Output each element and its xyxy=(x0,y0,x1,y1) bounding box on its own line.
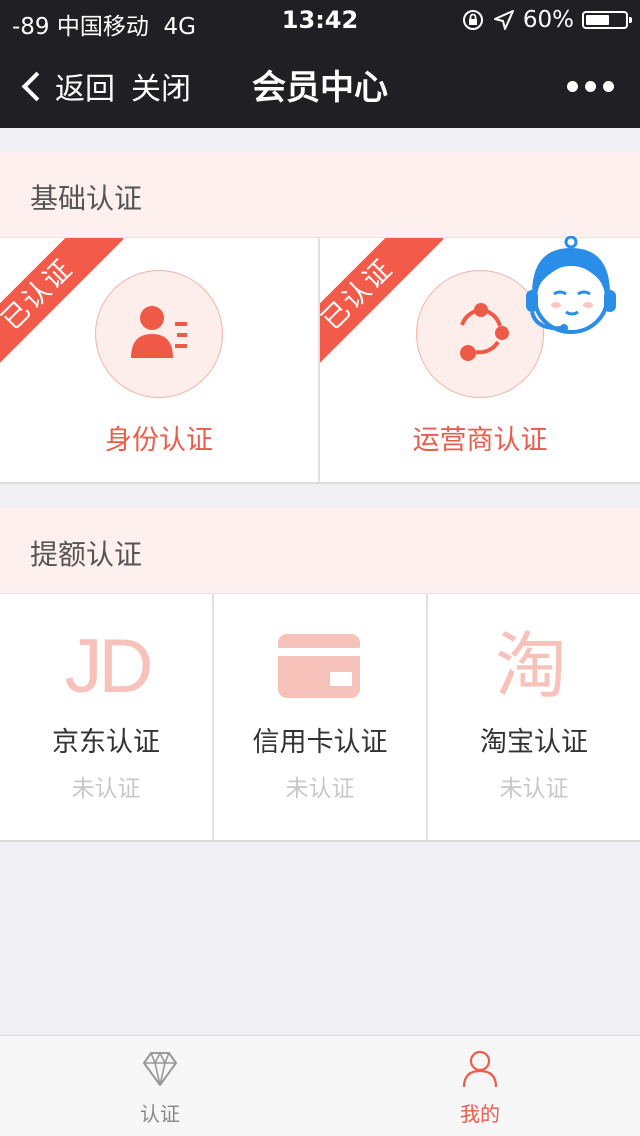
section-title: 提额认证 xyxy=(30,538,143,571)
id-verification-label: 身份认证 xyxy=(105,425,213,456)
tab-label: 我的 xyxy=(460,1102,500,1126)
location-arrow-icon xyxy=(493,10,514,30)
user-icon xyxy=(462,1050,498,1088)
jd-verification-label: 京东认证 xyxy=(52,727,160,758)
taobao-verification-status: 未认证 xyxy=(499,776,569,802)
status-right: 60% xyxy=(461,7,632,33)
credit-card-verification-status: 未认证 xyxy=(285,776,355,802)
section-title: 基础认证 xyxy=(30,182,143,215)
chevron-left-icon xyxy=(21,71,52,101)
credit-card-verification-card[interactable]: 信用卡认证 未认证 xyxy=(214,594,426,840)
customer-service-icon[interactable] xyxy=(522,236,618,340)
back-label: 返回 xyxy=(55,72,115,107)
battery-percent: 60% xyxy=(522,7,574,33)
more-dot-icon xyxy=(585,81,596,92)
nav-bar: 返回 关闭 会员中心 xyxy=(0,40,640,128)
taobao-verification-label: 淘宝认证 xyxy=(480,727,588,758)
rotation-lock-icon xyxy=(462,10,483,30)
more-dot-icon xyxy=(567,81,578,92)
jd-logo-icon: JD xyxy=(64,624,154,709)
battery-fill xyxy=(586,15,609,25)
diamond-icon xyxy=(143,1051,177,1086)
basic-section-header: 基础认证 xyxy=(0,152,640,238)
back-button[interactable]: 返回 xyxy=(18,64,115,108)
limit-section-header: 提额认证 xyxy=(0,508,640,594)
tab-mine[interactable]: 我的 xyxy=(320,1036,640,1136)
carrier-verification-label: 运营商认证 xyxy=(412,425,548,456)
taobao-verification-card[interactable]: 淘 淘宝认证 未认证 xyxy=(428,594,640,840)
more-dot-icon xyxy=(603,81,614,92)
id-icon-circle xyxy=(95,270,223,398)
limit-cert-grid: JD 京东认证 未认证 信用卡认证 未认证 淘 淘宝认证 未认证 xyxy=(0,594,640,842)
tab-bar: 认证 我的 xyxy=(0,1035,640,1136)
status-bar: -89 中国移动 4G 13:42 60% xyxy=(0,0,640,40)
battery-icon xyxy=(582,11,632,29)
jd-verification-status: 未认证 xyxy=(71,776,141,802)
tab-label: 认证 xyxy=(140,1102,180,1126)
more-button[interactable] xyxy=(567,81,614,92)
id-card-icon xyxy=(131,306,187,358)
taobao-logo-icon: 淘 xyxy=(494,624,567,708)
credit-card-icon xyxy=(278,634,360,698)
close-button[interactable]: 关闭 xyxy=(131,64,191,108)
tab-verification[interactable]: 认证 xyxy=(0,1036,320,1136)
credit-card-verification-label: 信用卡认证 xyxy=(252,727,388,758)
jd-verification-card[interactable]: JD 京东认证 未认证 xyxy=(0,594,212,840)
id-verification-card[interactable]: 已认证 身份认证 xyxy=(0,238,318,482)
